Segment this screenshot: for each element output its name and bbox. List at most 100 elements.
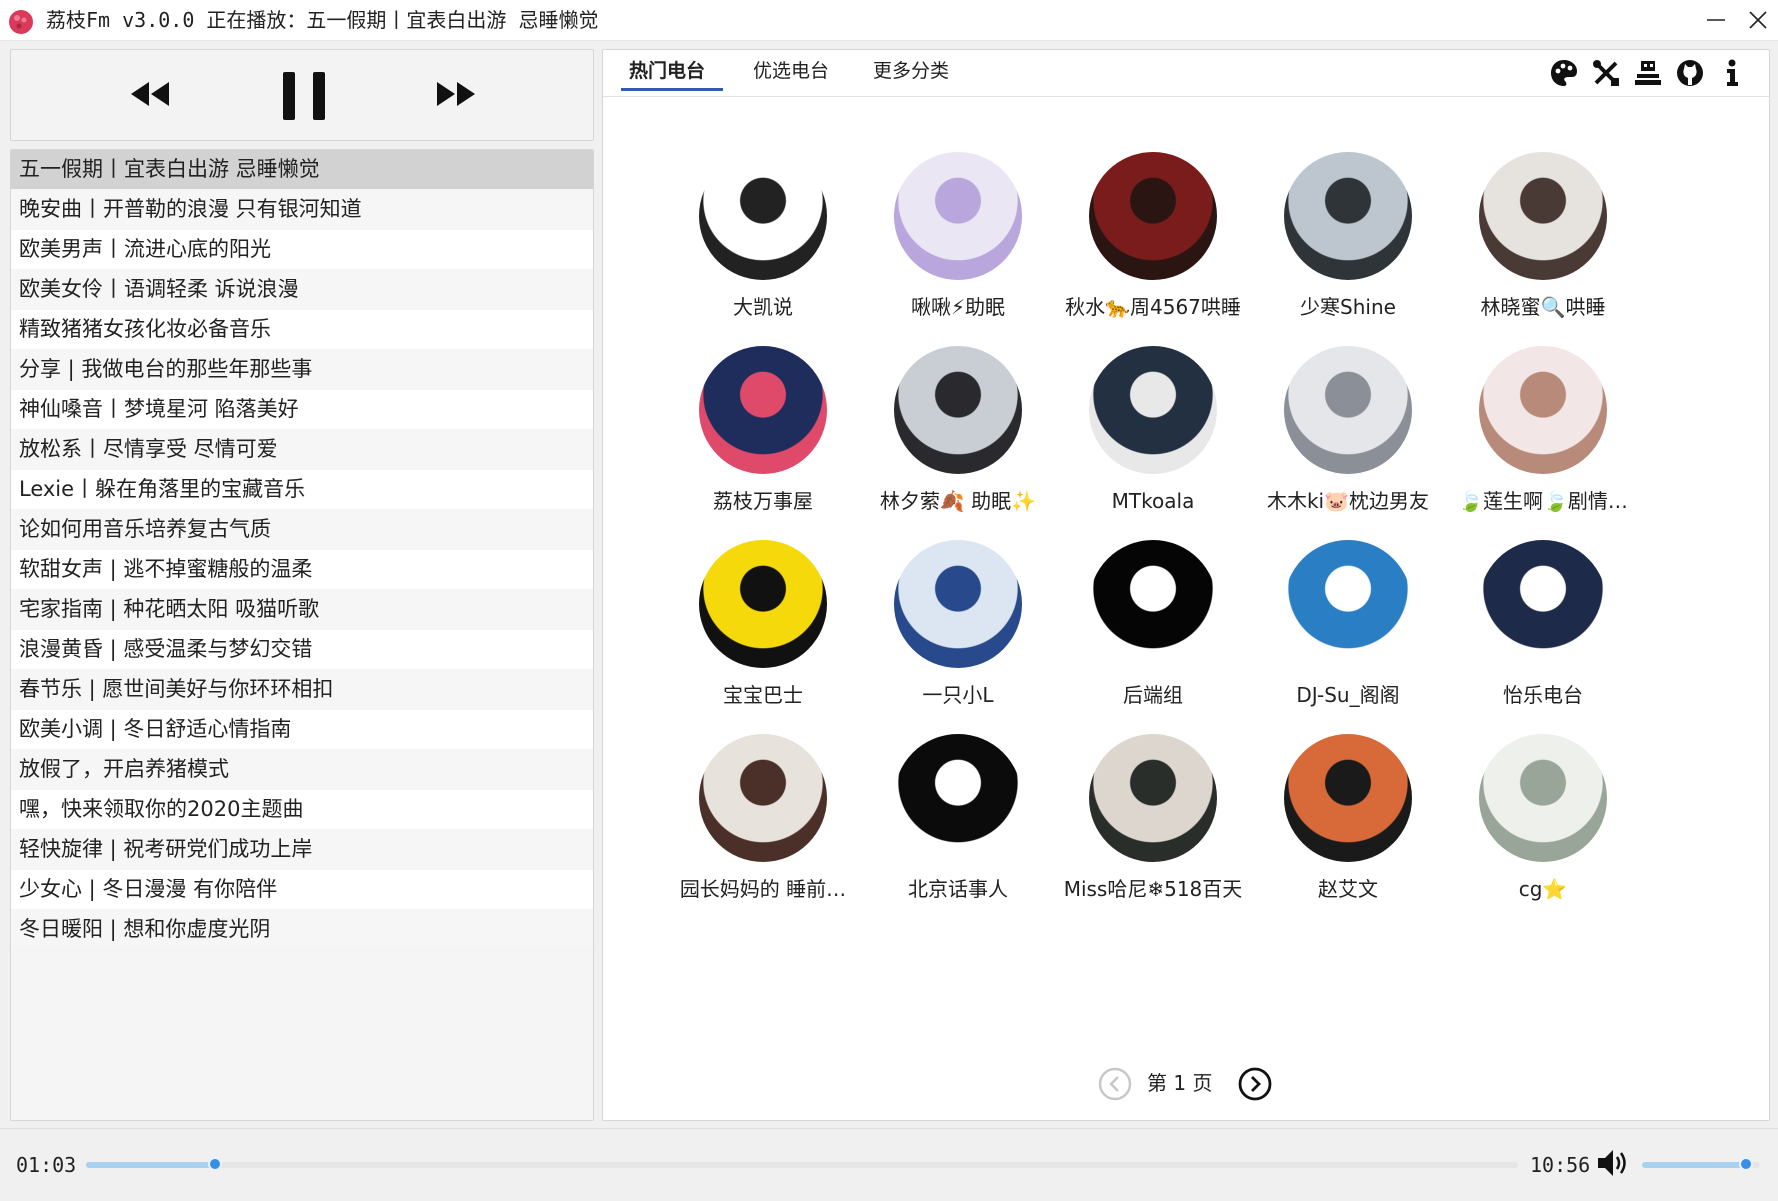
station-card[interactable]: 园长妈妈的 睡前… xyxy=(663,734,863,934)
playlist-item[interactable]: 软甜女声 | 逃不掉蜜糖般的温柔 xyxy=(11,550,593,589)
total-time: 10:56 xyxy=(1530,1153,1591,1177)
playlist-item[interactable]: 嘿，快来领取你的2020主题曲 xyxy=(11,790,593,829)
station-card[interactable]: MTkoala xyxy=(1053,346,1253,546)
page-indicator: 第 1 页 xyxy=(1147,1071,1213,1095)
station-card[interactable]: 一只小L xyxy=(858,540,1058,740)
station-card[interactable]: 宝宝巴士 xyxy=(663,540,863,740)
station-avatar[interactable] xyxy=(894,346,1022,474)
tools-icon[interactable] xyxy=(1591,58,1621,88)
playlist-item[interactable]: 五一假期丨宜表白出游 忌睡懒觉 xyxy=(11,150,593,189)
station-card[interactable]: 大凯说 xyxy=(663,152,863,352)
info-icon[interactable] xyxy=(1717,58,1747,88)
station-panel: 热门电台 优选电台 更多分类 大凯说 啾啾⚡助眠 秋水🐆周4567哄睡 少寒Sh… xyxy=(602,49,1770,1121)
station-avatar[interactable] xyxy=(1089,734,1217,862)
tab-hot-stations[interactable]: 热门电台 xyxy=(629,58,705,84)
playlist-item[interactable]: 欧美女伶丨语调轻柔 诉说浪漫 xyxy=(11,270,593,309)
tab-more-categories[interactable]: 更多分类 xyxy=(873,58,949,84)
playback-bar: 01:03 10:56 xyxy=(0,1128,1778,1201)
station-name: 北京话事人 xyxy=(908,877,1008,901)
progress-slider[interactable] xyxy=(86,1157,1518,1171)
station-card[interactable]: 后端组 xyxy=(1053,540,1253,740)
station-avatar[interactable] xyxy=(894,734,1022,862)
station-card[interactable]: 怡乐电台 xyxy=(1443,540,1643,740)
playlist-item[interactable]: 放假了，开启养猪模式 xyxy=(11,750,593,789)
toolbar xyxy=(1549,58,1749,90)
playlist-item[interactable]: 宅家指南 | 种花晒太阳 吸猫听歌 xyxy=(11,590,593,629)
playlist-item[interactable]: Lexie丨躲在角落里的宝藏音乐 xyxy=(11,470,593,509)
current-time: 01:03 xyxy=(16,1153,77,1177)
station-avatar[interactable] xyxy=(1479,734,1607,862)
station-card[interactable]: Miss哈尼❄518百天 xyxy=(1053,734,1253,934)
station-avatar[interactable] xyxy=(1284,734,1412,862)
station-name: MTkoala xyxy=(1111,489,1195,513)
volume-icon[interactable] xyxy=(1596,1147,1630,1179)
station-card[interactable]: 荔枝万事屋 xyxy=(663,346,863,546)
station-card[interactable]: 啾啾⚡助眠 xyxy=(858,152,1058,352)
rewind-icon[interactable] xyxy=(129,80,171,108)
playlist-item[interactable]: 轻快旋律 | 祝考研党们成功上岸 xyxy=(11,830,593,869)
station-avatar[interactable] xyxy=(1089,152,1217,280)
station-avatar[interactable] xyxy=(1479,346,1607,474)
station-avatar[interactable] xyxy=(699,734,827,862)
station-name: 后端组 xyxy=(1123,683,1183,707)
active-tab-indicator xyxy=(621,88,723,91)
playlist-item[interactable]: 分享 | 我做电台的那些年那些事 xyxy=(11,350,593,389)
station-card[interactable]: 赵艾文 xyxy=(1248,734,1448,934)
playlist-item[interactable]: 晚安曲丨开普勒的浪漫 只有银河知道 xyxy=(11,190,593,229)
station-card[interactable]: 北京话事人 xyxy=(858,734,1058,934)
station-card[interactable]: 少寒Shine xyxy=(1248,152,1448,352)
playlist-item[interactable]: 春节乐 | 愿世间美好与你环环相扣 xyxy=(11,670,593,709)
palette-icon[interactable] xyxy=(1549,58,1579,88)
station-name: 怡乐电台 xyxy=(1503,683,1583,707)
progress-thumb[interactable] xyxy=(208,1157,222,1171)
station-avatar[interactable] xyxy=(1089,346,1217,474)
station-avatar[interactable] xyxy=(1089,540,1217,668)
pixel-icon[interactable] xyxy=(1633,58,1663,88)
station-avatar[interactable] xyxy=(894,152,1022,280)
playlist-item[interactable]: 神仙嗓音丨梦境星河 陷落美好 xyxy=(11,390,593,429)
playlist-item[interactable]: 少女心 | 冬日漫漫 有你陪伴 xyxy=(11,870,593,909)
station-card[interactable]: 🍃莲生啊🍃剧情… xyxy=(1443,346,1643,546)
station-avatar[interactable] xyxy=(1479,540,1607,668)
station-name: 园长妈妈的 睡前… xyxy=(679,877,847,901)
playlist-item[interactable]: 浪漫黄昏 | 感受温柔与梦幻交错 xyxy=(11,630,593,669)
station-card[interactable]: 木木ki🐷枕边男友 xyxy=(1248,346,1448,546)
station-avatar[interactable] xyxy=(1284,152,1412,280)
pagination: 第 1 页 xyxy=(1097,1063,1297,1103)
playlist-item[interactable]: 放松系丨尽情享受 尽情可爱 xyxy=(11,430,593,469)
player-controls xyxy=(10,49,594,141)
station-card[interactable]: 秋水🐆周4567哄睡 xyxy=(1053,152,1253,352)
volume-fill xyxy=(1642,1162,1746,1168)
close-icon[interactable] xyxy=(1746,8,1770,32)
station-avatar[interactable] xyxy=(699,540,827,668)
station-card[interactable]: 林夕萦🍂 助眠✨ xyxy=(858,346,1058,546)
station-name: 木木ki🐷枕边男友 xyxy=(1266,489,1430,513)
chevron-left-icon[interactable] xyxy=(1097,1066,1133,1102)
title-bar: 荔枝Fm v3.0.0 正在播放：五一假期丨宜表白出游 忌睡懒觉 xyxy=(0,0,1778,41)
fast-forward-icon[interactable] xyxy=(435,80,477,108)
volume-slider[interactable] xyxy=(1642,1157,1760,1171)
tab-featured-stations[interactable]: 优选电台 xyxy=(753,58,829,84)
chevron-right-icon[interactable] xyxy=(1237,1066,1273,1102)
playlist-item[interactable]: 欧美小调 | 冬日舒适心情指南 xyxy=(11,710,593,749)
station-avatar[interactable] xyxy=(1284,346,1412,474)
station-avatar[interactable] xyxy=(1284,540,1412,668)
playlist-item[interactable]: 欧美男声丨流进心底的阳光 xyxy=(11,230,593,269)
station-name: cg⭐ xyxy=(1518,877,1568,901)
station-avatar[interactable] xyxy=(699,152,827,280)
station-card[interactable]: cg⭐ xyxy=(1443,734,1643,934)
station-card[interactable]: DJ-Su_阁阁 xyxy=(1248,540,1448,740)
station-avatar[interactable] xyxy=(1479,152,1607,280)
pause-icon[interactable] xyxy=(281,70,327,122)
playlist-item[interactable]: 精致猪猪女孩化妆必备音乐 xyxy=(11,310,593,349)
station-avatar[interactable] xyxy=(894,540,1022,668)
window-title: 荔枝Fm v3.0.0 正在播放：五一假期丨宜表白出游 忌睡懒觉 xyxy=(46,8,599,32)
station-name: 🍃莲生啊🍃剧情… xyxy=(1458,489,1628,513)
station-card[interactable]: 林晓蜜🔍哄睡 xyxy=(1443,152,1643,352)
playlist-item[interactable]: 冬日暖阳 | 想和你虚度光阴 xyxy=(11,910,593,949)
station-avatar[interactable] xyxy=(699,346,827,474)
github-icon[interactable] xyxy=(1675,58,1705,88)
volume-thumb[interactable] xyxy=(1739,1157,1753,1171)
playlist-item[interactable]: 论如何用音乐培养复古气质 xyxy=(11,510,593,549)
minimize-icon[interactable] xyxy=(1704,8,1728,32)
